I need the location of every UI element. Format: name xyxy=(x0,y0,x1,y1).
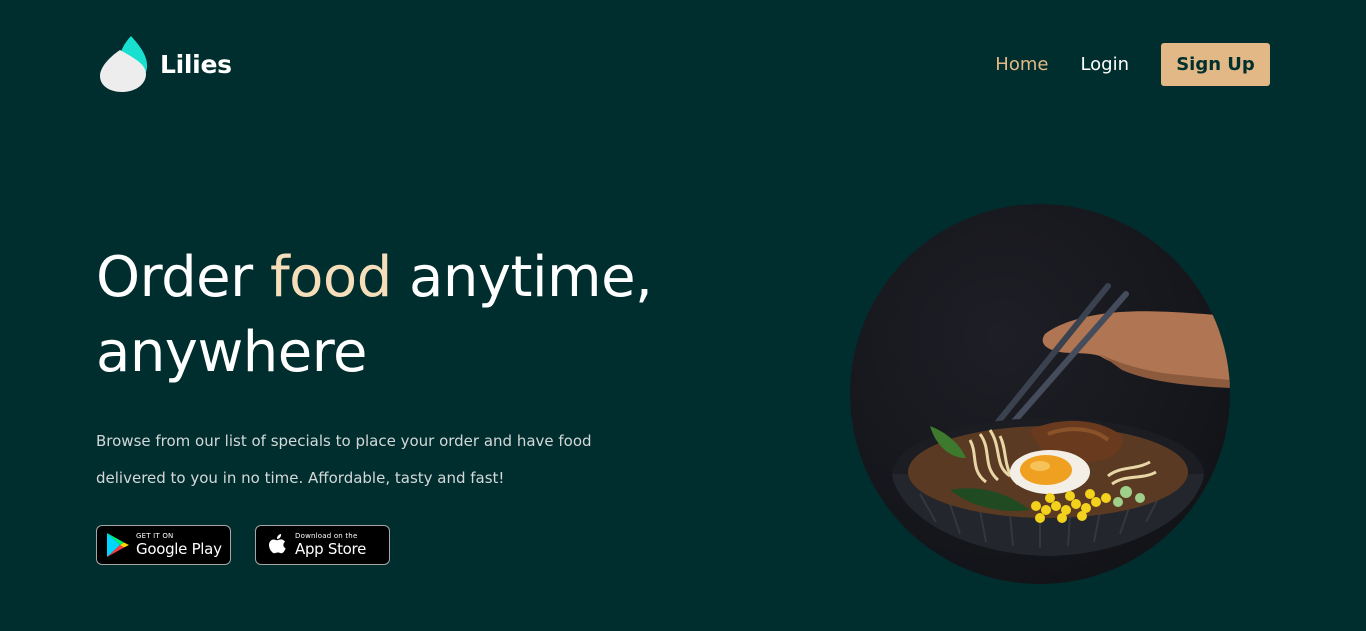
main-nav: Home Login Sign Up xyxy=(995,43,1270,86)
app-store-label: App Store xyxy=(295,540,367,558)
google-play-text: GET IT ON Google Play xyxy=(136,533,222,557)
hero-title: Order food anytime, anywhere xyxy=(96,240,653,390)
signup-button[interactable]: Sign Up xyxy=(1161,43,1270,86)
nav-login-link[interactable]: Login xyxy=(1080,54,1129,75)
hero-title-accent: food xyxy=(269,245,392,310)
brand-name: Lilies xyxy=(160,49,232,79)
app-store-button[interactable]: Download on the App Store xyxy=(255,525,390,565)
hero-title-part1: Order xyxy=(96,245,270,310)
google-play-small-label: GET IT ON xyxy=(136,532,174,540)
google-play-label: Google Play xyxy=(136,540,222,558)
hero-title-part2: anytime, xyxy=(391,245,653,310)
hero-title-line2: anywhere xyxy=(96,320,367,385)
apple-icon xyxy=(269,534,286,554)
google-play-icon xyxy=(107,533,129,557)
nav-home-link[interactable]: Home xyxy=(995,54,1048,75)
leaf-logo-icon xyxy=(100,36,148,92)
brand-logo[interactable]: Lilies xyxy=(98,34,232,94)
app-store-small-label: Download on the xyxy=(295,532,358,540)
app-store-text: Download on the App Store xyxy=(295,533,366,557)
google-play-button[interactable]: GET IT ON Google Play xyxy=(96,525,231,565)
ramen-bowl-illustration xyxy=(892,283,1230,556)
hero-food-image xyxy=(850,204,1230,584)
hero-description: Browse from our list of specials to plac… xyxy=(96,432,592,487)
